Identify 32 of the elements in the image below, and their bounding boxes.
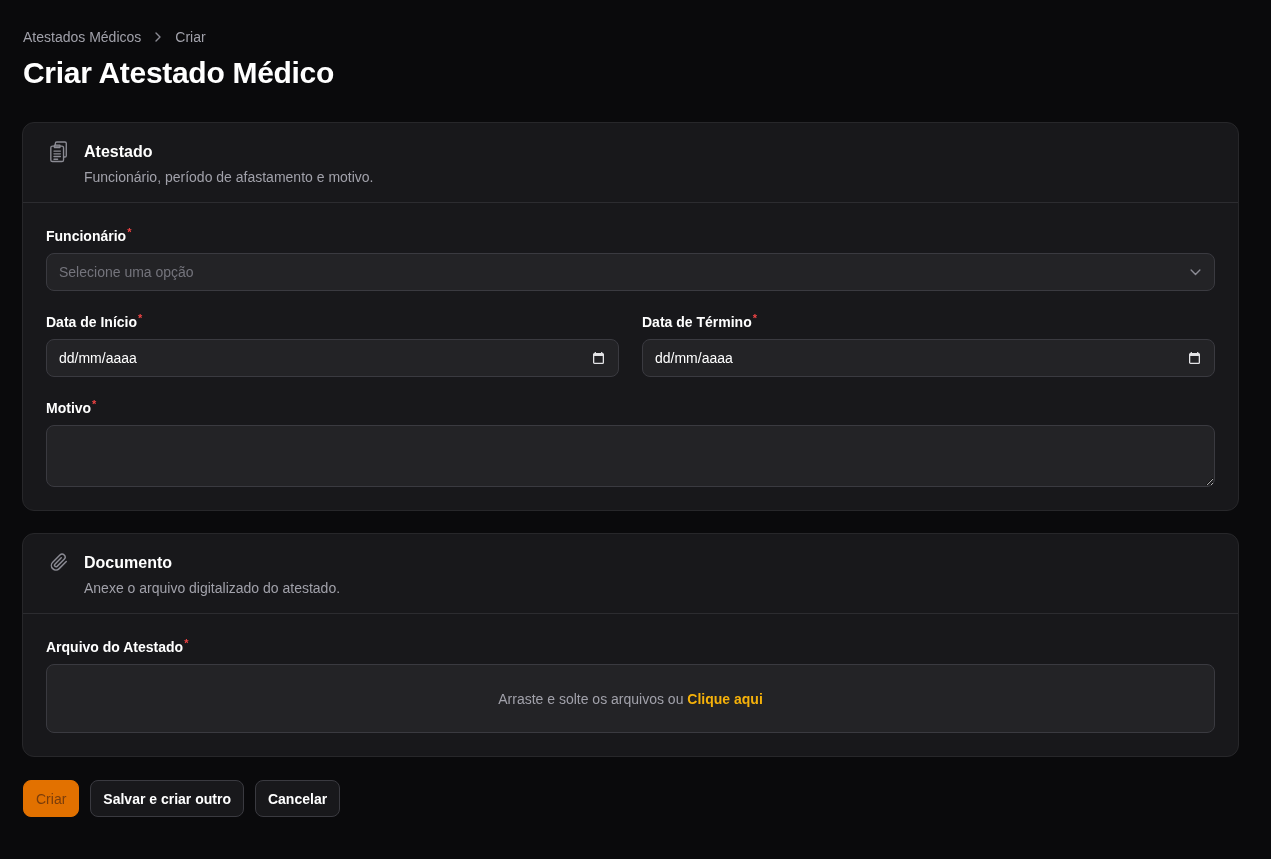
section-description: Anexe o arquivo digitalizado do atestado. bbox=[84, 579, 341, 598]
select-field[interactable]: Selecione uma opção bbox=[46, 253, 1215, 291]
date-field[interactable]: dd/mm/aaaa bbox=[46, 339, 619, 377]
required-asterisk: * bbox=[184, 637, 189, 649]
breadcrumb-link[interactable]: Atestados Médicos bbox=[23, 27, 142, 47]
required-asterisk: * bbox=[752, 312, 757, 324]
page-title: Criar Atestado Médico bbox=[23, 55, 334, 91]
section-description: Funcionário, período de afastamento e motivo. bbox=[84, 168, 374, 187]
field-label: Data de Término bbox=[642, 313, 752, 332]
field-label: Funcionário bbox=[46, 227, 127, 246]
click-here-link[interactable]: Clique aqui bbox=[687, 690, 763, 707]
dropzone-text: Arraste e solte os arquivos ou Clique aqui bbox=[498, 690, 763, 707]
textarea-field[interactable] bbox=[46, 425, 1215, 487]
date-field[interactable]: dd/mm/aaaa bbox=[642, 339, 1215, 377]
section-title: Atestado bbox=[84, 142, 153, 162]
chevron-right-icon bbox=[155, 32, 162, 42]
field-label: Arquivo do Atestado bbox=[46, 638, 184, 657]
paperclip-icon bbox=[49, 552, 69, 572]
section-title: Documento bbox=[84, 553, 172, 573]
file-dropzone[interactable]: Arraste e solte os arquivos ou Clique aqui bbox=[46, 664, 1215, 733]
calendar-icon[interactable] bbox=[593, 352, 604, 364]
required-asterisk: * bbox=[92, 398, 97, 410]
required-asterisk: * bbox=[127, 226, 132, 238]
chevron-down-icon bbox=[1190, 269, 1201, 276]
breadcrumb-current: Criar bbox=[175, 28, 206, 47]
field-label: Data de Início bbox=[46, 313, 138, 332]
field-label: Motivo bbox=[46, 399, 92, 418]
action-button[interactable]: Salvar e criar outro bbox=[90, 780, 244, 817]
calendar-icon[interactable] bbox=[1189, 352, 1200, 364]
action-button[interactable]: Cancelar bbox=[254, 780, 341, 817]
required-asterisk: * bbox=[138, 312, 143, 324]
clipboard-list-icon bbox=[49, 141, 69, 163]
